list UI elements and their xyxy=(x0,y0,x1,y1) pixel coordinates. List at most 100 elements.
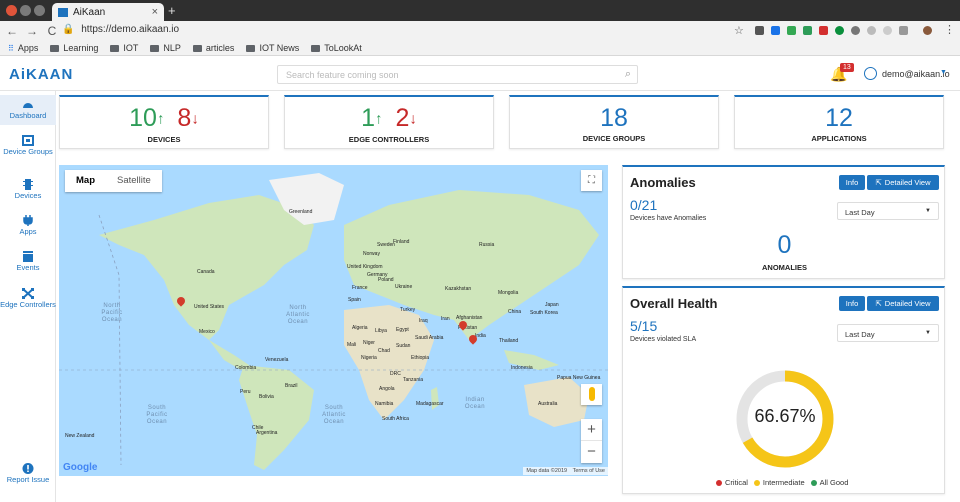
zoom-out-button[interactable]: − xyxy=(581,441,602,463)
search-input[interactable]: Search feature coming soon ⌕ xyxy=(277,65,638,84)
country-label: Afghanistan xyxy=(456,315,483,321)
maximize-window-icon[interactable] xyxy=(34,5,45,16)
user-avatar-icon[interactable] xyxy=(864,67,877,80)
legend-label: Critical xyxy=(725,478,748,487)
profile-icon[interactable] xyxy=(923,26,932,35)
bookmark-apps[interactable]: ⠿ Apps xyxy=(8,43,38,53)
bookmark-learning[interactable]: Learning xyxy=(50,43,98,53)
extension-icon[interactable] xyxy=(867,26,876,35)
star-icon[interactable]: ☆ xyxy=(734,24,744,37)
country-label: France xyxy=(352,285,368,291)
country-label: New Zealand xyxy=(65,433,95,439)
browser-tab[interactable]: AiKaan × xyxy=(52,3,164,21)
anomalies-panel: Anomalies Info ⇱ Detailed View 0/21 Devic… xyxy=(622,165,945,279)
devices-card[interactable]: 10↑ 8↓ DEVICES xyxy=(59,95,269,149)
aikaan-favicon-icon xyxy=(58,7,68,17)
anomalies-detailed-view-button[interactable]: ⇱ Detailed View xyxy=(867,175,939,190)
country-label: Canada xyxy=(197,269,215,275)
fullscreen-icon[interactable]: ⛶ xyxy=(581,170,602,191)
address-bar[interactable]: 🔒 https://demo.aikaan.io xyxy=(62,24,179,35)
sidebar-item-devices[interactable]: Devices xyxy=(0,179,56,201)
sidebar-item-report-issue[interactable]: Report Issue xyxy=(0,463,56,493)
health-info-button[interactable]: Info xyxy=(839,296,865,311)
zoom-in-button[interactable]: + xyxy=(581,419,602,441)
aikaan-logo[interactable]: AiKAAN xyxy=(9,66,73,83)
extension-icon[interactable] xyxy=(883,26,892,35)
sidebar-item-dashboard[interactable]: Dashboard xyxy=(0,95,56,125)
country-label: Poland xyxy=(378,277,394,283)
anomalies-title: Anomalies xyxy=(630,175,696,190)
edge-controllers-card[interactable]: 1↑ 2↓ EDGE CONTROLLERS xyxy=(284,95,494,149)
bookmark-iot[interactable]: IOT xyxy=(110,43,138,53)
country-label: Iran xyxy=(441,316,450,322)
devices-down-count: 8 xyxy=(177,104,192,132)
close-tab-icon[interactable]: × xyxy=(152,6,158,18)
country-label: Bolivia xyxy=(259,394,274,400)
user-menu-caret-icon[interactable]: ▼ xyxy=(940,69,947,76)
new-tab-icon[interactable]: + xyxy=(168,3,176,18)
sidebar-item-label: Edge Controllers xyxy=(0,300,56,309)
close-window-icon[interactable] xyxy=(6,5,17,16)
reload-icon[interactable]: C xyxy=(44,24,60,38)
folder-icon xyxy=(192,44,202,52)
ocean-label: South Pacific Ocean xyxy=(146,405,168,425)
arrow-down-icon: ↓ xyxy=(191,110,199,128)
extension-icon[interactable] xyxy=(819,26,828,35)
dropdown-caret-icon: ▼ xyxy=(925,208,931,214)
devices-up-count: 10 xyxy=(129,104,157,132)
map-attribution: Map data ©2019 Terms of Use xyxy=(523,467,608,475)
legend-all-good: All Good xyxy=(810,478,848,487)
sidebar-item-events[interactable]: Events xyxy=(0,251,56,273)
extension-icon[interactable] xyxy=(803,26,812,35)
extension-icon[interactable] xyxy=(787,26,796,35)
map-data-text: Map data ©2019 xyxy=(526,468,568,474)
extension-icon[interactable] xyxy=(851,26,860,35)
extension-icon[interactable] xyxy=(755,26,764,35)
edge-controllers-label: EDGE CONTROLLERS xyxy=(348,135,430,145)
world-map[interactable]: Map Satellite ⛶ + − Google Map data ©201… xyxy=(59,165,608,476)
anomalies-info-button[interactable]: Info xyxy=(839,175,865,190)
anomalies-range-select[interactable]: Last Day ▼ xyxy=(837,202,939,220)
extension-icon[interactable] xyxy=(835,26,844,35)
folder-icon xyxy=(50,44,60,52)
bookmark-label: IOT xyxy=(123,43,139,53)
country-label: Venezuela xyxy=(265,357,289,363)
health-range-select[interactable]: Last Day ▼ xyxy=(837,324,939,342)
menu-icon[interactable]: ⋮ xyxy=(944,23,955,36)
bookmark-tolookat[interactable]: ToLookAt xyxy=(311,43,362,53)
country-label: United Kingdom xyxy=(347,264,383,270)
forward-icon[interactable]: → xyxy=(24,24,40,38)
sidebar-item-apps[interactable]: Apps xyxy=(0,215,56,237)
country-label: Brazil xyxy=(285,383,298,389)
back-icon[interactable]: ← xyxy=(4,24,20,38)
minimize-window-icon[interactable] xyxy=(20,5,31,16)
bookmark-nlp[interactable]: NLP xyxy=(150,43,181,53)
browser-tab-bar: AiKaan × + xyxy=(0,0,960,21)
extension-icon[interactable] xyxy=(771,26,780,35)
map-type-toggle: Map Satellite xyxy=(65,170,162,192)
sidebar-item-label: Devices xyxy=(14,191,42,200)
country-label: Egypt xyxy=(396,327,409,333)
health-detailed-view-button[interactable]: ⇱ Detailed View xyxy=(867,296,939,311)
ocean-label: North Atlantic Ocean xyxy=(286,305,310,325)
search-icon[interactable]: ⌕ xyxy=(625,68,631,81)
ocean-label: North Pacific Ocean xyxy=(101,303,123,323)
bookmark-label: ToLookAt xyxy=(324,43,362,53)
bookmark-articles[interactable]: articles xyxy=(192,43,234,53)
map-type-satellite-button[interactable]: Satellite xyxy=(106,170,162,192)
applications-card[interactable]: 12 APPLICATIONS xyxy=(734,95,944,149)
street-view-pegman-icon[interactable] xyxy=(581,384,602,405)
sidebar-item-label: Events xyxy=(16,263,40,272)
dropdown-caret-icon: ▼ xyxy=(925,330,931,336)
map-landmass xyxy=(59,173,608,470)
extension-icon[interactable] xyxy=(899,26,908,35)
device-groups-card[interactable]: 18 DEVICE GROUPS xyxy=(509,95,719,149)
sidebar-item-edge-controllers[interactable]: Edge Controllers xyxy=(0,288,56,318)
terms-of-use-link[interactable]: Terms of Use xyxy=(573,468,605,474)
bookmark-iot-news[interactable]: IOT News xyxy=(246,43,299,53)
country-label: Argentina xyxy=(256,430,278,436)
button-label: Detailed View xyxy=(884,299,931,308)
sidebar-item-device-groups[interactable]: Device Groups xyxy=(0,135,56,165)
country-label: Chad xyxy=(378,348,390,354)
map-type-map-button[interactable]: Map xyxy=(65,170,106,192)
